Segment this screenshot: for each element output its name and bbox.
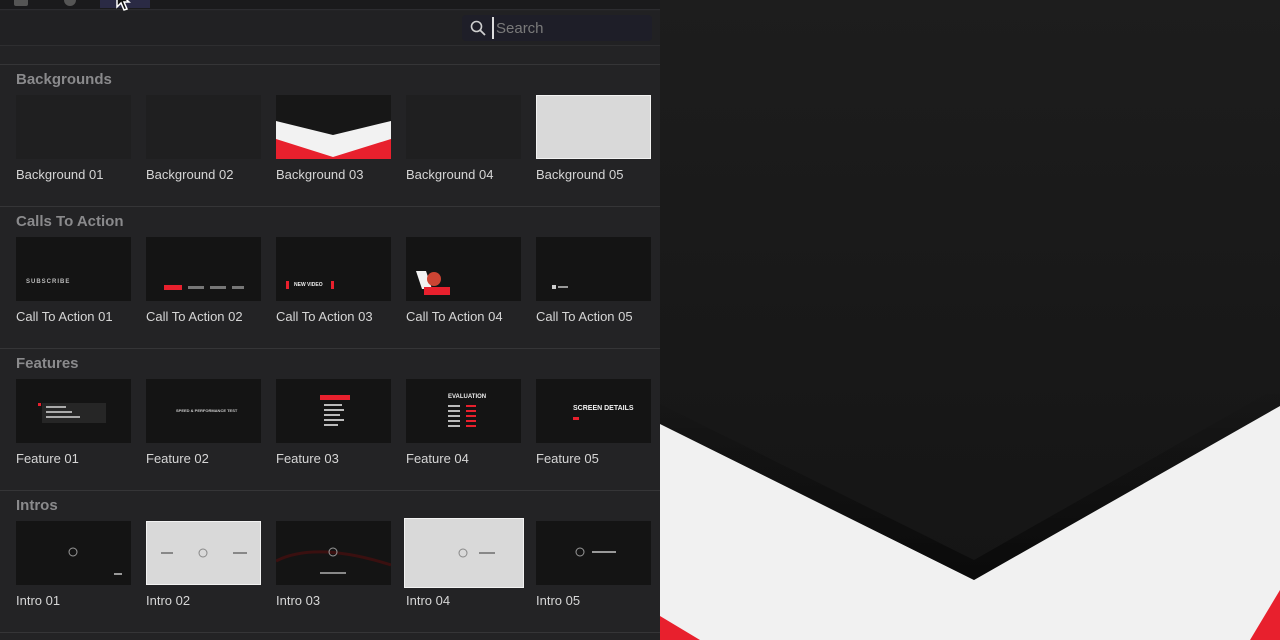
template-label: Call To Action 04 (406, 309, 503, 324)
template-thumbnail[interactable] (16, 379, 131, 443)
search-input[interactable] (492, 17, 642, 39)
template-thumbnail[interactable] (536, 237, 651, 301)
template-label: Call To Action 01 (16, 309, 113, 324)
template-tile[interactable]: Intro 02 (146, 521, 262, 608)
template-thumbnail[interactable] (536, 95, 651, 159)
template-thumbnail[interactable] (536, 521, 651, 585)
template-thumbnail[interactable] (276, 521, 391, 585)
section-calls-to-action: Calls To Action SUBSCRIBE Call To Action… (0, 206, 660, 348)
background-preview-graphic (660, 0, 1280, 640)
template-tile[interactable]: Background 03 (276, 95, 392, 182)
template-thumbnail[interactable] (404, 518, 524, 588)
template-thumbnail[interactable]: EVALUATION (406, 379, 521, 443)
section-title: Features (16, 355, 79, 372)
template-label: Background 02 (146, 167, 234, 182)
template-label: Background 04 (406, 167, 494, 182)
template-label: Call To Action 02 (146, 309, 243, 324)
template-thumbnail[interactable]: SCREEN DETAILS (536, 379, 651, 443)
thumbnail-text: SUBSCRIBE (26, 279, 71, 285)
subscribe-badge-graphic (416, 271, 450, 295)
template-thumbnail[interactable] (146, 237, 261, 301)
template-thumbnail[interactable] (16, 521, 131, 585)
search-field[interactable] (462, 15, 652, 41)
template-tile[interactable]: SUBSCRIBE Call To Action 01 (16, 237, 132, 324)
template-label: Intro 01 (16, 593, 61, 608)
screen-details-graphic (573, 417, 579, 420)
section-intros: Intros Intro 01 Intro 02 Intro 03 Intro … (0, 490, 660, 632)
toolbar-icon[interactable] (64, 0, 76, 6)
template-tile[interactable]: Intro 05 (536, 521, 652, 608)
chevron-graphic (276, 95, 391, 159)
template-thumbnail[interactable] (16, 95, 131, 159)
template-tile[interactable]: Feature 01 (16, 379, 132, 466)
template-tile[interactable]: SCREEN DETAILS Feature 05 (536, 379, 652, 466)
like-graphic (552, 285, 568, 289)
magnifier-icon (470, 20, 486, 36)
template-label: Feature 04 (406, 451, 469, 466)
template-label: Background 01 (16, 167, 104, 182)
template-label: Call To Action 03 (276, 309, 373, 324)
template-tile[interactable]: EVALUATION Feature 04 (406, 379, 522, 466)
toolbar-icon[interactable] (14, 0, 28, 6)
section-features: Features Feature 01 SPEED & PERFORMANCE … (0, 348, 660, 490)
logo-circle-icon (458, 548, 495, 558)
template-label: Feature 05 (536, 451, 599, 466)
template-tile[interactable]: Background 04 (406, 95, 522, 182)
template-thumbnail[interactable] (406, 95, 521, 159)
template-label: Intro 03 (276, 593, 321, 608)
template-thumbnail[interactable] (146, 95, 261, 159)
template-tile[interactable]: Background 01 (16, 95, 132, 182)
feature-list-graphic (320, 395, 350, 426)
template-label: Call To Action 05 (536, 309, 633, 324)
template-label: Intro 04 (406, 593, 451, 608)
template-tile[interactable]: Intro 01 (16, 521, 132, 608)
template-tile[interactable]: NEW VIDEO Call To Action 03 (276, 237, 392, 324)
template-label: Feature 02 (146, 451, 209, 466)
logo-circle-icon (276, 547, 391, 574)
logo-circle-icon (68, 547, 122, 575)
template-tile[interactable]: Call To Action 02 (146, 237, 262, 324)
feature-list-graphic (38, 403, 106, 423)
template-tile[interactable]: SPEED & PERFORMANCE TEST Feature 02 (146, 379, 262, 466)
preview-canvas (660, 0, 1280, 640)
template-thumbnail[interactable] (406, 237, 521, 301)
template-thumbnail[interactable] (146, 521, 261, 585)
section-next (0, 632, 660, 640)
toolbar-strip (0, 0, 660, 10)
template-tile[interactable]: Intro 04 (404, 518, 524, 608)
evaluation-rows-graphic (448, 405, 476, 427)
template-tile[interactable]: Background 05 (536, 95, 652, 182)
template-tile[interactable]: Call To Action 04 (406, 237, 522, 324)
template-tile[interactable]: Feature 03 (276, 379, 392, 466)
template-browser: Backgrounds Background 01 Background 02 … (0, 0, 660, 640)
template-thumbnail[interactable]: SUBSCRIBE (16, 237, 131, 301)
template-thumbnail[interactable]: SPEED & PERFORMANCE TEST (146, 379, 261, 443)
template-label: Background 05 (536, 167, 624, 182)
template-tile[interactable]: Intro 03 (276, 521, 392, 608)
section-title: Backgrounds (16, 71, 112, 88)
template-label: Background 03 (276, 167, 364, 182)
template-thumbnail[interactable] (276, 379, 391, 443)
template-thumbnail[interactable] (276, 95, 391, 159)
template-list: Backgrounds Background 01 Background 02 … (0, 46, 660, 640)
template-label: Intro 05 (536, 593, 581, 608)
logo-circle-icon (161, 548, 247, 558)
section-title: Calls To Action (16, 213, 124, 230)
template-tile[interactable]: Background 02 (146, 95, 262, 182)
social-bar-graphic (164, 285, 244, 290)
thumbnail-text: SPEED & PERFORMANCE TEST (176, 408, 238, 413)
section-backgrounds: Backgrounds Background 01 Background 02 … (0, 64, 660, 206)
thumbnail-text: NEW VIDEO (294, 282, 323, 288)
template-thumbnail[interactable]: NEW VIDEO (276, 237, 391, 301)
search-bar (0, 11, 660, 46)
template-label: Intro 02 (146, 593, 191, 608)
logo-circle-icon (575, 547, 616, 557)
template-tile[interactable]: Call To Action 05 (536, 237, 652, 324)
section-title: Intros (16, 497, 58, 514)
template-label: Feature 01 (16, 451, 79, 466)
template-label: Feature 03 (276, 451, 339, 466)
